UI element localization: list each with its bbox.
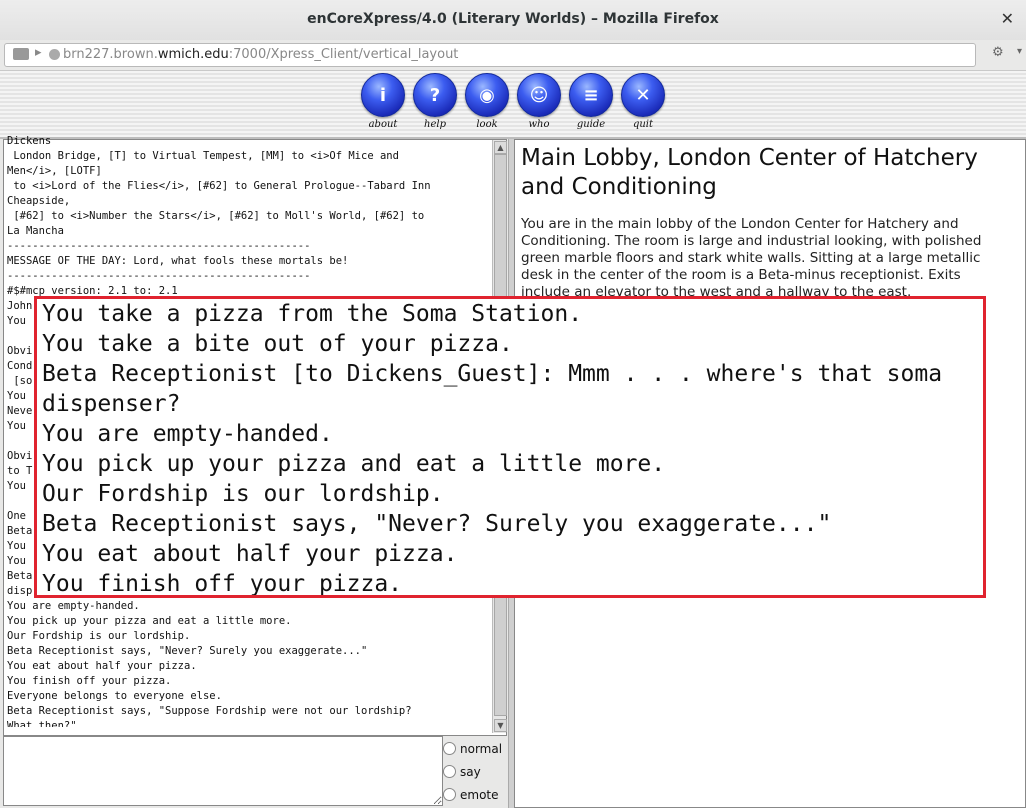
transcript-line: You pick up your pizza and eat a little … <box>7 615 292 627</box>
site-identity-icon[interactable] <box>13 48 29 60</box>
guide-label: guide <box>576 119 606 130</box>
url-suffix: :7000/Xpress_Client/vertical_layout <box>228 47 459 62</box>
transcript-line: What then?" <box>7 720 77 727</box>
transcript-line: Our Fordship is our lordship. <box>7 630 191 642</box>
scroll-up-icon[interactable]: ▲ <box>494 141 507 154</box>
zoomed-line: You eat about half your pizza. <box>42 541 458 567</box>
transcript-line: ----------------------------------------… <box>7 240 311 252</box>
transcript-line: You are empty-handed. <box>7 600 140 612</box>
transcript-line: Dickens <box>7 135 52 147</box>
radio-say[interactable] <box>443 765 456 778</box>
close-window-icon[interactable]: ✕ <box>1001 9 1014 28</box>
url-domain: wmich.edu <box>157 47 229 62</box>
look-label: look <box>476 119 498 130</box>
input-mode-group: normal say emote <box>443 737 507 806</box>
room-title: Main Lobby, London Center of Hatchery an… <box>521 145 978 200</box>
client-toolbar: i about ? help ◉ look ☺ who ≡ guide ✕ qu… <box>0 71 1026 139</box>
zoomed-transcript-lines: You take a pizza from the Soma Station. Y… <box>37 299 943 597</box>
chevron-right-icon: ▸ <box>35 45 42 60</box>
transcript-line: La Mancha <box>7 225 64 237</box>
transcript-line: Beta Receptionist says, "Never? Surely y… <box>7 645 368 657</box>
about-button[interactable]: i about <box>360 73 406 130</box>
look-button[interactable]: ◉ look <box>464 73 510 130</box>
who-label: who <box>528 119 550 130</box>
transcript-line: ----------------------------------------… <box>7 270 311 282</box>
zoomed-transcript-callout: You take a pizza from the Soma Station. Y… <box>34 296 986 598</box>
about-label: about <box>368 119 398 130</box>
transcript-line: [#62] to <i>Number the Stars</i>, [#62] … <box>7 210 425 222</box>
url-field[interactable]: ▸ brn227.brown.wmich.edu:7000/Xpress_Cli… <box>4 43 976 67</box>
transcript-line: Everyone belongs to everyone else. <box>7 690 222 702</box>
quit-button[interactable]: ✕ quit <box>620 73 666 130</box>
book-icon: ≡ <box>569 73 613 117</box>
transcript-line: You eat about half your pizza. <box>7 660 197 672</box>
chevron-down-icon[interactable]: ▾ <box>1017 46 1022 57</box>
url-text[interactable]: brn227.brown.wmich.edu:7000/Xpress_Clien… <box>63 47 458 62</box>
window-titlebar: enCoreXpress/4.0 (Literary Worlds) – Moz… <box>0 0 1026 41</box>
transcript-line: You finish off your pizza. <box>7 675 172 687</box>
info-icon: i <box>361 73 405 117</box>
zoomed-line: You take a pizza from the Soma Station. <box>42 301 583 327</box>
zoomed-line: Beta Receptionist [to Dickens_Guest]: Mm… <box>42 361 943 387</box>
who-button[interactable]: ☺ who <box>516 73 562 130</box>
zoomed-line: You pick up your pizza and eat a little … <box>42 451 666 477</box>
globe-icon <box>49 49 60 60</box>
zoomed-line: You take a bite out of your pizza. <box>42 331 513 357</box>
mode-emote-label: emote <box>460 787 499 802</box>
help-button[interactable]: ? help <box>412 73 458 130</box>
help-bulb-icon: ? <box>413 73 457 117</box>
transcript-line: Cheapside, <box>7 195 71 207</box>
command-input[interactable] <box>3 736 443 806</box>
navigation-bar: ▸ brn227.brown.wmich.edu:7000/Xpress_Cli… <box>0 40 1026 71</box>
window-title: enCoreXpress/4.0 (Literary Worlds) – Moz… <box>307 11 719 27</box>
scroll-down-icon[interactable]: ▼ <box>494 719 507 732</box>
help-label: help <box>424 119 446 130</box>
url-prefix: brn227.brown. <box>63 47 158 62</box>
zoomed-line: You finish off your pizza. <box>42 571 403 597</box>
quit-label: quit <box>632 119 654 130</box>
mode-emote[interactable]: emote <box>443 783 507 806</box>
transcript-line: to <i>Lord of the Flies</i>, [#62] to Ge… <box>7 180 431 192</box>
transcript-line: Beta Receptionist says, "Suppose Fordshi… <box>7 705 412 717</box>
mode-normal[interactable]: normal <box>443 737 507 760</box>
mode-say[interactable]: say <box>443 760 507 783</box>
transcript-line: MESSAGE OF THE DAY: Lord, what fools the… <box>7 255 349 267</box>
transcript-line: Men</i>, [LOTF] <box>7 165 102 177</box>
room-description: You are in the main lobby of the London … <box>521 216 982 300</box>
mode-normal-label: normal <box>460 741 503 756</box>
transcript-line: London Bridge, [T] to Virtual Tempest, [… <box>7 150 399 162</box>
guide-button[interactable]: ≡ guide <box>568 73 614 130</box>
zoomed-line: dispenser? <box>42 391 181 417</box>
eye-icon: ◉ <box>465 73 509 117</box>
close-icon: ✕ <box>621 73 665 117</box>
radio-normal[interactable] <box>443 742 456 755</box>
mode-say-label: say <box>460 764 481 779</box>
zoomed-line: Our Fordship is our lordship. <box>42 481 444 507</box>
zoomed-line: You are empty-handed. <box>42 421 333 447</box>
addon-icon[interactable]: ⚙ <box>992 45 1010 61</box>
person-icon: ☺ <box>517 73 561 117</box>
zoomed-line: Beta Receptionist says, "Never? Surely y… <box>42 511 832 537</box>
radio-emote[interactable] <box>443 788 456 801</box>
